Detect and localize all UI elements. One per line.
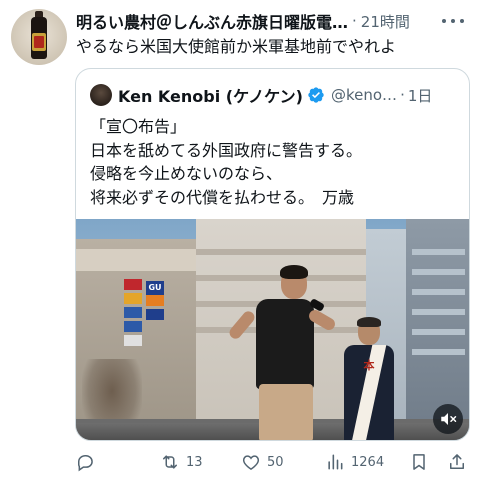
post-header: 明るい農村＠しんぶん赤旗日曜版電… · 21時間 <box>76 10 470 32</box>
tower-window-row <box>412 249 465 255</box>
avatar-bottle-mark <box>34 36 44 48</box>
speaker-pants <box>259 384 313 440</box>
quoted-handle[interactable]: @keno… <box>331 86 397 104</box>
tower-window-row <box>412 269 465 275</box>
author-display-name[interactable]: 明るい農村＠しんぶん赤旗日曜版電… <box>76 9 348 33</box>
mute-button[interactable] <box>433 404 463 434</box>
reply-icon <box>78 455 93 472</box>
views-icon <box>328 454 343 470</box>
speaker-body <box>256 299 314 389</box>
candidate-hair <box>357 317 381 327</box>
gu-sign: GU <box>146 281 164 295</box>
store-sign <box>146 295 164 306</box>
like-button[interactable]: 50 <box>241 450 284 474</box>
quoted-text-line: 将来必ずその代償を払わせる。 万歳 <box>90 187 355 207</box>
tower-window-row <box>412 289 465 295</box>
views-count: 1264 <box>351 454 385 470</box>
video-building-band <box>76 249 206 271</box>
quoted-text-line: 日本を舐めてる外国政府に警告する。 <box>90 140 363 160</box>
video-player[interactable]: GU 本 <box>76 219 469 440</box>
quoted-display-name[interactable]: Ken Kenobi (ケノケン) <box>118 83 303 107</box>
quoted-post-card[interactable]: Ken Kenobi (ケノケン) @keno… · 1日 「宣〇布告」 日本を… <box>75 68 470 441</box>
mall-stripe <box>196 249 366 255</box>
quoted-text-line: 侵略を今止めないのなら、 <box>90 164 283 183</box>
repost-count: 13 <box>186 454 203 470</box>
candidate-sash-mark: 本 <box>363 359 375 372</box>
share-icon <box>450 454 464 469</box>
more-dot <box>460 19 464 23</box>
bookmark-icon <box>413 454 425 470</box>
store-sign <box>124 321 142 332</box>
post-text: やるなら米国大使館前か米軍基地前でやれよ <box>76 37 397 56</box>
store-sign <box>124 279 142 290</box>
repost-button[interactable]: 13 <box>160 450 203 474</box>
quoted-avatar[interactable] <box>90 84 112 106</box>
bookmark-button[interactable] <box>409 450 429 474</box>
store-sign <box>146 309 164 320</box>
store-sign <box>124 335 142 346</box>
more-icon[interactable] <box>442 11 464 31</box>
more-dot <box>451 19 455 23</box>
quoted-timestamp[interactable]: 1日 <box>408 85 433 106</box>
views-button[interactable]: 1264 <box>325 450 384 474</box>
tower-window-row <box>412 329 465 335</box>
verified-icon <box>308 87 324 103</box>
post-timestamp[interactable]: 21時間 <box>361 11 410 32</box>
post-actions: 13 50 1264 <box>75 450 470 474</box>
quoted-text-line: 「宣〇布告」 <box>90 117 187 136</box>
more-dot <box>442 19 446 23</box>
mute-icon <box>441 413 457 425</box>
quoted-post-text: 「宣〇布告」 日本を舐めてる外国政府に警告する。 侵略を今止めないのなら、 将来… <box>90 115 362 209</box>
speaker-hair <box>280 265 308 279</box>
store-sign <box>124 293 142 304</box>
reply-button[interactable] <box>75 450 101 474</box>
quoted-post-header: Ken Kenobi (ケノケン) @keno… · 1日 <box>90 83 432 107</box>
share-button[interactable] <box>447 450 467 474</box>
like-icon <box>242 455 260 470</box>
time-separator: · <box>352 12 357 30</box>
store-sign <box>124 307 142 318</box>
like-count: 50 <box>267 454 284 470</box>
repost-icon <box>163 455 177 469</box>
post-avatar[interactable] <box>11 9 67 65</box>
tower-window-row <box>412 349 465 355</box>
quoted-time-separator: · <box>400 86 405 104</box>
tower-window-row <box>412 309 465 315</box>
